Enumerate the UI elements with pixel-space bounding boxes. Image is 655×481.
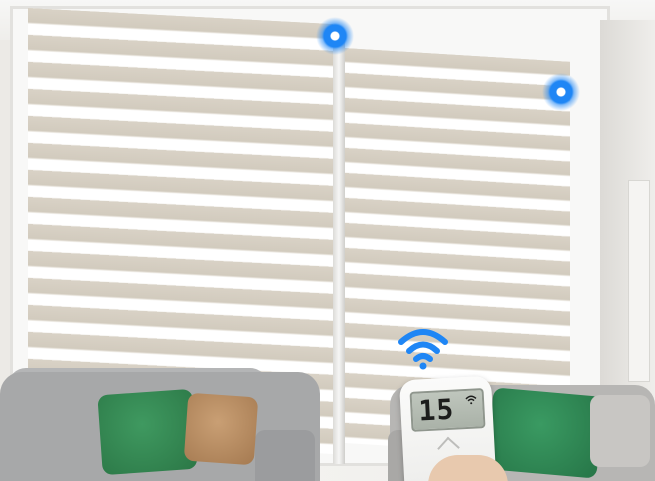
signal-dot-icon [316, 17, 354, 55]
remote-display-value: 15 [417, 392, 456, 428]
green-pillow [486, 387, 604, 479]
wifi-icon [398, 329, 448, 370]
wifi-icon [465, 395, 477, 405]
window-mullion [333, 34, 345, 464]
signal-dot-icon [542, 73, 580, 111]
product-photo-scene: 15 [0, 0, 655, 481]
wall-column [628, 180, 650, 382]
green-pillow [97, 388, 198, 476]
tan-pillow [183, 392, 259, 466]
remote-display: 15 [409, 388, 486, 432]
sofa-left-arm [255, 430, 315, 481]
grey-pillow [590, 395, 650, 467]
